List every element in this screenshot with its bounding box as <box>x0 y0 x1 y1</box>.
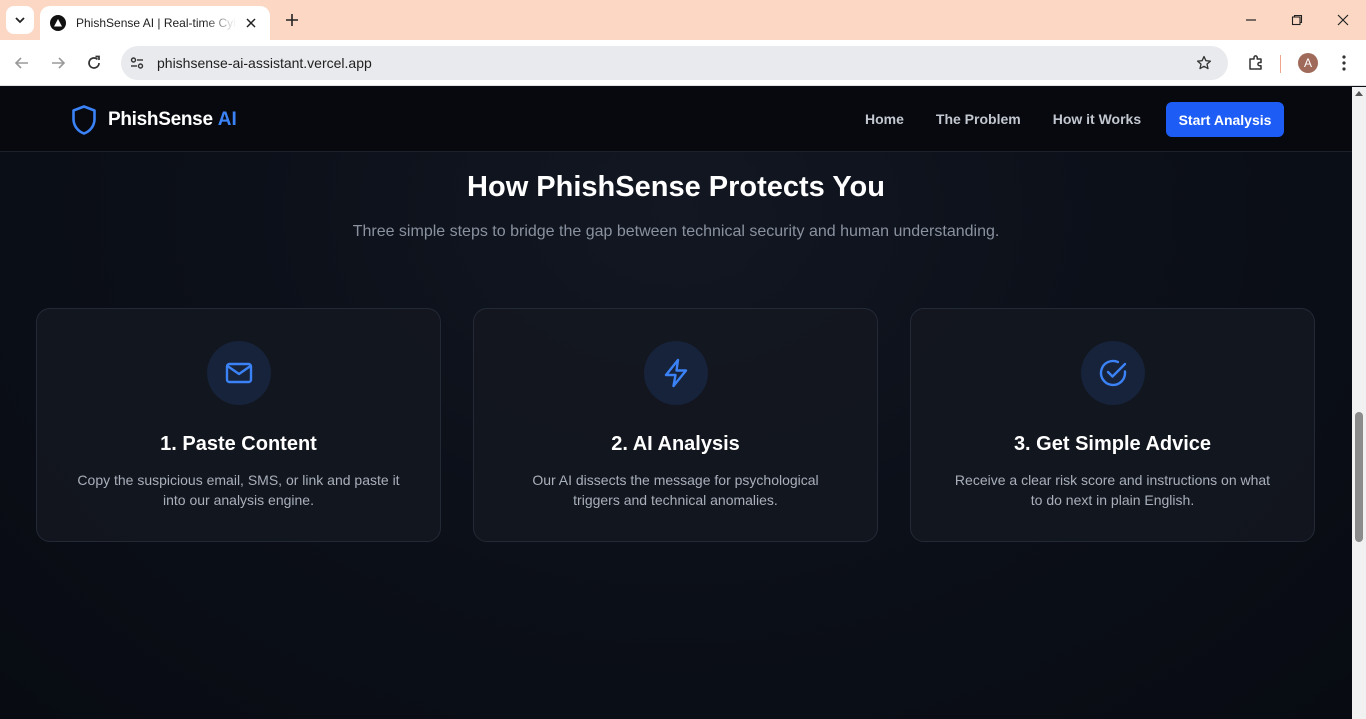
nav-link-home[interactable]: Home <box>865 111 904 127</box>
step-card-ai-analysis: 2. AI Analysis Our AI dissects the messa… <box>473 308 878 542</box>
page-scrollbar[interactable] <box>1352 87 1366 719</box>
brand-suffix: AI <box>217 109 237 130</box>
site-info-icon[interactable] <box>125 51 149 75</box>
puzzle-icon <box>1249 55 1262 70</box>
restore-button[interactable] <box>1274 0 1320 40</box>
step-title: 2. AI Analysis <box>611 433 740 455</box>
step-icon-badge <box>643 341 708 405</box>
arrow-left-icon <box>14 57 28 69</box>
nav-links: Home The Problem How it Works <box>865 111 1141 127</box>
tab-search-button[interactable] <box>6 6 34 34</box>
section-title: How PhishSense Protects You <box>467 171 885 203</box>
step-card-paste-content: 1. Paste Content Copy the suspicious ema… <box>36 308 441 542</box>
step-icon-badge <box>206 341 271 405</box>
browser-menu-button[interactable] <box>1330 49 1358 77</box>
window-controls <box>1228 0 1366 40</box>
url-text[interactable]: phishsense-ai-assistant.vercel.app <box>157 55 1190 71</box>
minimize-button[interactable] <box>1228 0 1274 40</box>
close-tab-icon[interactable] <box>242 14 260 32</box>
mail-icon <box>225 362 252 384</box>
site-navbar: PhishSense AI Home The Problem How it Wo… <box>0 87 1352 152</box>
chevron-down-icon <box>15 17 25 24</box>
browser-toolbar: phishsense-ai-assistant.vercel.app A <box>0 40 1366 86</box>
step-description: Copy the suspicious email, SMS, or link … <box>77 472 400 508</box>
check-circle-icon <box>1099 359 1126 387</box>
lightning-icon <box>664 358 687 388</box>
nav-link-how-it-works[interactable]: How it Works <box>1053 111 1141 127</box>
browser-tab[interactable]: PhishSense AI | Real-time Cyber <box>40 6 270 40</box>
section-subtitle: Three simple steps to bridge the gap bet… <box>352 223 1000 240</box>
tab-title: PhishSense AI | Real-time Cyber <box>76 16 236 30</box>
more-vertical-icon <box>1342 55 1346 71</box>
toolbar-divider <box>1280 55 1281 73</box>
arrow-right-icon <box>52 57 66 69</box>
page-viewport: PhishSense AI Home The Problem How it Wo… <box>0 87 1352 719</box>
forward-button[interactable] <box>44 49 72 77</box>
reload-button[interactable] <box>80 49 108 77</box>
start-analysis-button[interactable]: Start Analysis <box>1166 102 1284 137</box>
plus-icon <box>286 14 298 26</box>
step-icon-badge <box>1080 341 1145 405</box>
step-description: Our AI dissects the message for psycholo… <box>532 472 819 508</box>
new-tab-button[interactable] <box>280 8 304 32</box>
brand-name: PhishSense <box>108 109 213 130</box>
close-window-button[interactable] <box>1320 0 1366 40</box>
bookmark-star-icon[interactable] <box>1190 49 1218 77</box>
scroll-up-arrow-icon[interactable] <box>1355 91 1363 96</box>
reload-icon <box>88 55 100 69</box>
step-title: 3. Get Simple Advice <box>1013 433 1212 455</box>
nav-link-the-problem[interactable]: The Problem <box>936 111 1021 127</box>
step-title: 1. Paste Content <box>160 433 317 455</box>
shield-icon <box>72 105 96 135</box>
close-icon <box>1337 14 1349 26</box>
minimize-icon <box>1246 19 1256 21</box>
restore-icon <box>1291 14 1303 26</box>
address-bar[interactable]: phishsense-ai-assistant.vercel.app <box>121 46 1228 80</box>
site-favicon-icon <box>50 15 66 31</box>
scrollbar-thumb[interactable] <box>1355 412 1363 542</box>
extensions-button[interactable] <box>1242 49 1270 77</box>
profile-avatar[interactable]: A <box>1298 53 1318 73</box>
browser-tab-strip: PhishSense AI | Real-time Cyber <box>0 0 1366 40</box>
brand-logo[interactable]: PhishSense AI <box>70 104 237 136</box>
step-card-get-simple-advice: 3. Get Simple Advice Receive a clear ris… <box>910 308 1315 542</box>
step-description: Receive a clear risk score and instructi… <box>954 472 1271 508</box>
back-button[interactable] <box>8 49 36 77</box>
